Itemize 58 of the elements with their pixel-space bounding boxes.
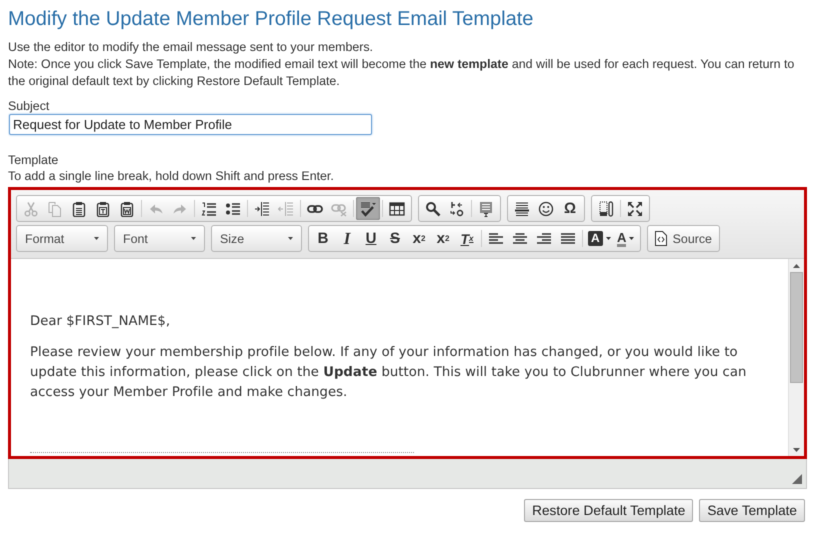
bulleted-list-icon: [225, 200, 241, 216]
caret-icon: [606, 237, 611, 240]
document-lines-icon: [478, 200, 494, 216]
align-left-icon: [488, 230, 504, 246]
spellcheck-icon: [360, 200, 376, 216]
code-file-icon: [654, 231, 667, 246]
intro-text: Use the editor to modify the email message sent to your members.: [8, 39, 374, 56]
dropdown-label: Size: [220, 232, 244, 246]
restore-button[interactable]: Restore Default Template: [524, 499, 694, 522]
email-paragraph: Dear $FIRST_NAME$,: [30, 313, 172, 331]
dropdown-label: Font: [123, 232, 148, 246]
scissors-icon: [23, 200, 39, 216]
special-character-button[interactable]: Ω: [558, 197, 582, 220]
note-text: Note: Once you click Save Template, the modified email text will become the new template and will be used for each request. You can return to the original default text by clicking Restore Default Template.: [8, 56, 796, 90]
email-paragraph: Please review your membership profile below. If any of your information has changed, or you would like to update this information, please click on the Update button. This will take you to Clubrunner where you can access your Member Profile and make changes.: [30, 344, 748, 402]
caret-icon: [288, 237, 293, 240]
scrollbar[interactable]: [788, 259, 804, 456]
page-title: Modify the Update Member Profile Request Email Template: [8, 8, 534, 30]
underline-button[interactable]: U: [359, 227, 383, 250]
smiley-icon: [538, 200, 554, 216]
copy-icon: [47, 200, 63, 216]
subject-label: Subject: [8, 98, 50, 114]
table-icon: [389, 200, 405, 216]
superscript-button[interactable]: x$^{2}$: [431, 227, 455, 250]
swap-arrows-icon: [449, 200, 465, 216]
clipboard-icon: [95, 200, 111, 216]
justify-icon: [560, 230, 576, 246]
align-right-icon: [536, 230, 552, 246]
clipboard-icon: [119, 200, 135, 216]
italic-button[interactable]: I: [335, 227, 359, 250]
letter-icon: A: [588, 231, 603, 246]
caret-icon: [191, 237, 196, 240]
source-button[interactable]: Source: [650, 227, 717, 250]
indent-icon: [254, 200, 270, 216]
maximize-icon: [627, 200, 643, 216]
subject-field[interactable]: Request for Update to Member Profile: [9, 114, 372, 135]
hint-text: To add a single line break, hold down Shift and press Enter.: [8, 168, 335, 184]
caret-icon: [629, 237, 634, 240]
scroll-down-icon: [793, 448, 800, 452]
resize-grip-icon[interactable]: [792, 474, 802, 484]
text-color-button[interactable]: A: [614, 227, 638, 250]
clipboard-icon: [71, 200, 87, 216]
template-label: Template: [8, 152, 60, 168]
search-icon: [425, 200, 441, 216]
bold-button[interactable]: B: [311, 227, 335, 250]
strikethrough-button[interactable]: S: [383, 227, 407, 250]
save-button[interactable]: Save Template: [699, 499, 805, 522]
numbered-list-icon: [201, 200, 217, 216]
caret-icon: [94, 237, 99, 240]
align-center-icon: [512, 230, 528, 246]
spellcheck-button[interactable]: [356, 197, 380, 220]
horizontal-rule-icon: [514, 200, 530, 216]
outdent-icon: [278, 200, 294, 216]
dropdown-label: Format: [25, 232, 64, 246]
scroll-up-icon: [793, 264, 800, 268]
background-color-button[interactable]: A: [585, 227, 614, 250]
scroll-thumb[interactable]: [790, 272, 803, 383]
show-blocks-icon: [598, 200, 614, 216]
